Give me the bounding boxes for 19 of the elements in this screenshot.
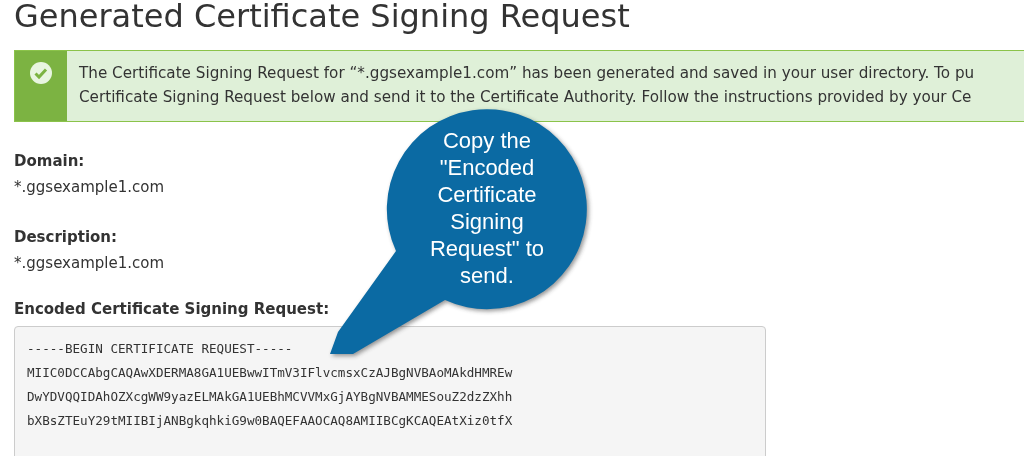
field-value: *.ggsexample1.com bbox=[14, 177, 165, 198]
field-label: Domain: bbox=[14, 151, 85, 172]
callout-text: Request" to bbox=[428, 235, 546, 262]
field-label: Description: bbox=[14, 227, 117, 248]
callout-text: Certificate bbox=[436, 181, 538, 208]
alert-text: The Certificate Signing Request for “*.ggsexample1.com” has been generated and saved in your user directory. To pu bbox=[79, 63, 975, 84]
alert-text: Certificate Signing Request below and send it to the Certificate Authority. Follow the instructions provided by your Ce bbox=[79, 87, 973, 108]
page-title: Generated Certificate Signing Request bbox=[14, 0, 631, 37]
callout-text: Copy the bbox=[441, 127, 533, 154]
field-label: Encoded Certificate Signing Request: bbox=[14, 299, 330, 320]
code-line: -----BEGIN CERTIFICATE REQUEST----- bbox=[27, 340, 294, 358]
callout-text: "Encoded bbox=[438, 154, 536, 181]
code-line: bXBsZTEuY29tMIIBIjANBgkqhkiG9w0BAQEFAAOCAQ8AMIIBCgKCAQEAtXiz0tfX bbox=[27, 412, 514, 430]
field-value: *.ggsexample1.com bbox=[14, 253, 165, 274]
callout-text: Signing bbox=[449, 208, 525, 235]
callout-text: send. bbox=[459, 262, 515, 289]
check-circle-icon bbox=[29, 61, 53, 85]
code-line: MIIC0DCCAbgCAQAwXDERMA8GA1UEBwwITmV3IFlvcmsxCzAJBgNVBAoMAkdHMREw bbox=[27, 364, 514, 382]
code-line: DwYDVQQIDAhOZXcgWW9yazELMAkGA1UEBhMCVVMxGjAYBgNVBAMMESouZ2dzZXhh bbox=[27, 388, 514, 406]
